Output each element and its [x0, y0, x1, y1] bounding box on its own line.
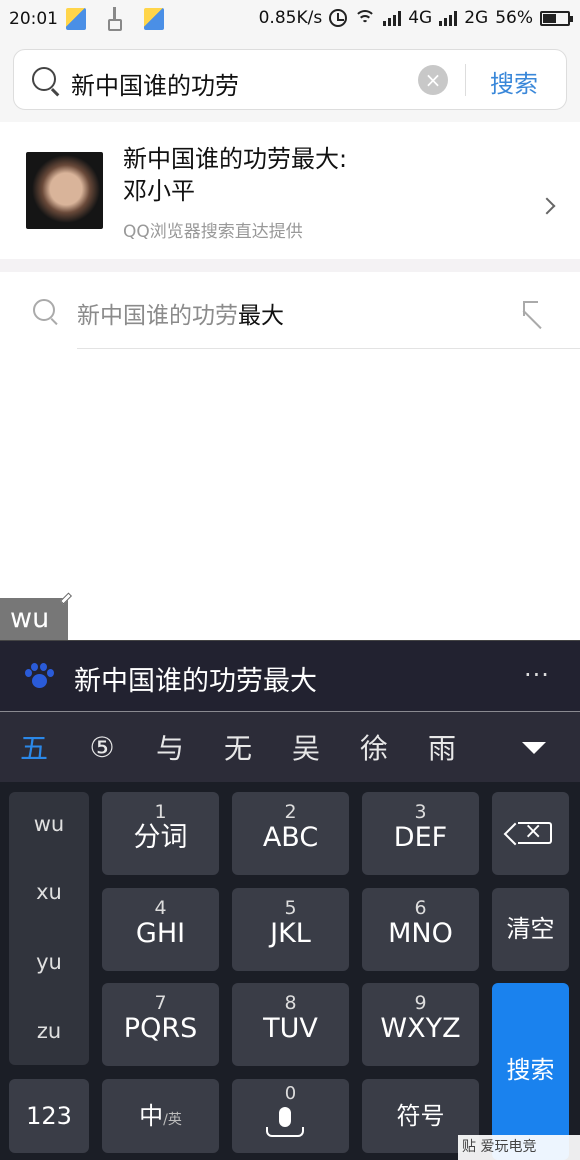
baidu-paw-icon	[25, 663, 54, 691]
key-number: 9	[414, 992, 427, 1014]
space-voice-key[interactable]: 0	[232, 1079, 349, 1153]
lang-main: 中	[139, 1102, 164, 1130]
key-2[interactable]: 2 ABC	[232, 792, 349, 875]
candidate[interactable]: ⑤	[68, 731, 136, 764]
key-3[interactable]: 3 DEF	[362, 792, 479, 875]
key-number: 4	[154, 897, 167, 919]
pinyin-option[interactable]: zu	[9, 1019, 89, 1043]
status-bar: 20:01 0.85K/s 4G 2G 56%	[0, 0, 580, 40]
section-gap	[0, 259, 580, 272]
answer-title-line2: 邓小平	[123, 177, 195, 205]
key-label: TUV	[263, 1013, 318, 1044]
key-label: PQRS	[123, 1013, 198, 1044]
pinyin-option[interactable]: yu	[9, 950, 89, 974]
key-number: 0	[284, 1083, 297, 1104]
prediction-text[interactable]: 新中国谁的功劳最大	[74, 659, 317, 698]
search-key[interactable]: 搜索	[492, 983, 569, 1160]
candidate-bar: 五 ⑤ 与 无 吴 徐 雨	[0, 712, 580, 782]
divider	[465, 64, 466, 96]
language-switch-key[interactable]: 中/英	[102, 1079, 219, 1153]
network-speed: 0.85K/s	[258, 8, 323, 28]
suggestion-completion: 最大	[238, 303, 284, 329]
ime-prediction-bar[interactable]: 新中国谁的功劳最大 ···	[0, 640, 580, 712]
chevron-right-icon	[538, 197, 556, 215]
key-9[interactable]: 9 WXYZ	[362, 983, 479, 1066]
search-header: 新中国谁的功劳 × 搜索	[0, 40, 580, 122]
clear-key[interactable]: 清空	[492, 888, 569, 971]
status-time: 20:01	[9, 9, 58, 29]
network-type-2: 2G	[464, 8, 489, 28]
candidate[interactable]: 与	[136, 727, 204, 767]
key-number: 6	[414, 897, 427, 919]
key-number: 2	[284, 801, 297, 823]
key-6[interactable]: 6 MNO	[362, 888, 479, 971]
key-label: MNO	[388, 918, 453, 949]
broom-icon-stick	[113, 7, 116, 19]
numbers-key[interactable]: 123	[9, 1079, 89, 1153]
space-bar-icon	[266, 1127, 304, 1137]
candidate[interactable]: 吴	[272, 727, 340, 767]
key-label: DEF	[393, 822, 448, 853]
notification-icon	[66, 8, 86, 30]
key-8[interactable]: 8 TUV	[232, 983, 349, 1066]
battery-percent: 56%	[495, 8, 533, 28]
key-label: JKL	[270, 918, 311, 949]
key-number: 8	[284, 992, 297, 1014]
key-number: 3	[414, 801, 427, 823]
candidate[interactable]: 无	[204, 727, 272, 767]
watermark: 贴 爱玩电竞	[458, 1135, 580, 1160]
suggestion-text: 新中国谁的功劳最大	[77, 296, 284, 330]
battery-icon	[540, 10, 573, 26]
answer-source: QQ浏览器搜索直达提供	[123, 222, 303, 242]
candidate[interactable]: 五	[0, 727, 68, 767]
search-box[interactable]: 新中国谁的功劳 × 搜索	[13, 49, 567, 110]
key-number: 7	[154, 992, 167, 1014]
pinyin-column[interactable]: wu xu yu zu	[9, 792, 89, 1065]
key-7[interactable]: 7 PQRS	[102, 983, 219, 1066]
key-label: GHI	[135, 918, 186, 949]
status-right: 0.85K/s 4G 2G 56%	[258, 8, 573, 28]
search-button[interactable]: 搜索	[490, 64, 538, 99]
candidate[interactable]: 雨	[408, 727, 476, 767]
pinyin-option[interactable]: xu	[9, 880, 89, 904]
screen: 20:01 0.85K/s 4G 2G 56% 新中国谁的功劳 × 搜索 新中国…	[0, 0, 580, 1160]
candidate[interactable]: 徐	[340, 727, 408, 767]
divider	[77, 348, 580, 349]
backspace-key[interactable]	[492, 792, 569, 875]
keyboard: wu xu yu zu 1分词 2ABC 3DEF 4GHI 5JKL 6MNO…	[0, 782, 580, 1160]
network-type-1: 4G	[408, 8, 433, 28]
key-4[interactable]: 4 GHI	[102, 888, 219, 971]
more-icon[interactable]: ···	[524, 661, 550, 689]
key-number: 1	[154, 801, 167, 823]
suggestion-typed: 新中国谁的功劳	[77, 303, 238, 329]
collapse-icon[interactable]	[522, 742, 546, 754]
wifi-icon	[354, 10, 377, 26]
signal-icon-2	[439, 10, 458, 26]
pinyin-option[interactable]: wu	[9, 812, 89, 836]
search-input[interactable]: 新中国谁的功劳	[71, 66, 239, 101]
fill-arrow-icon[interactable]	[523, 301, 545, 323]
microphone-icon	[279, 1107, 291, 1127]
backspace-icon	[518, 819, 552, 844]
suggestion-item[interactable]: 新中国谁的功劳最大	[0, 272, 580, 350]
ime-composing-text: wu	[0, 598, 68, 640]
notification-icon-2	[144, 8, 164, 30]
key-label: WXYZ	[380, 1013, 461, 1044]
alarm-icon	[329, 9, 348, 27]
key-label: 分词	[133, 822, 188, 853]
answer-card[interactable]: 新中国谁的功劳最大: 邓小平 QQ浏览器搜索直达提供	[0, 122, 580, 259]
answer-title-line1: 新中国谁的功劳最大:	[123, 145, 348, 173]
answer-title: 新中国谁的功劳最大: 邓小平	[123, 143, 423, 207]
lang-sub: /英	[163, 1112, 182, 1128]
key-5[interactable]: 5 JKL	[232, 888, 349, 971]
signal-icon	[383, 10, 402, 26]
portrait-image	[26, 152, 103, 229]
key-number: 5	[284, 897, 297, 919]
search-icon	[33, 299, 55, 321]
key-1[interactable]: 1 分词	[102, 792, 219, 875]
key-label: ABC	[262, 822, 319, 853]
clear-icon[interactable]: ×	[418, 65, 448, 95]
broom-icon	[108, 19, 122, 31]
search-icon	[32, 67, 56, 91]
